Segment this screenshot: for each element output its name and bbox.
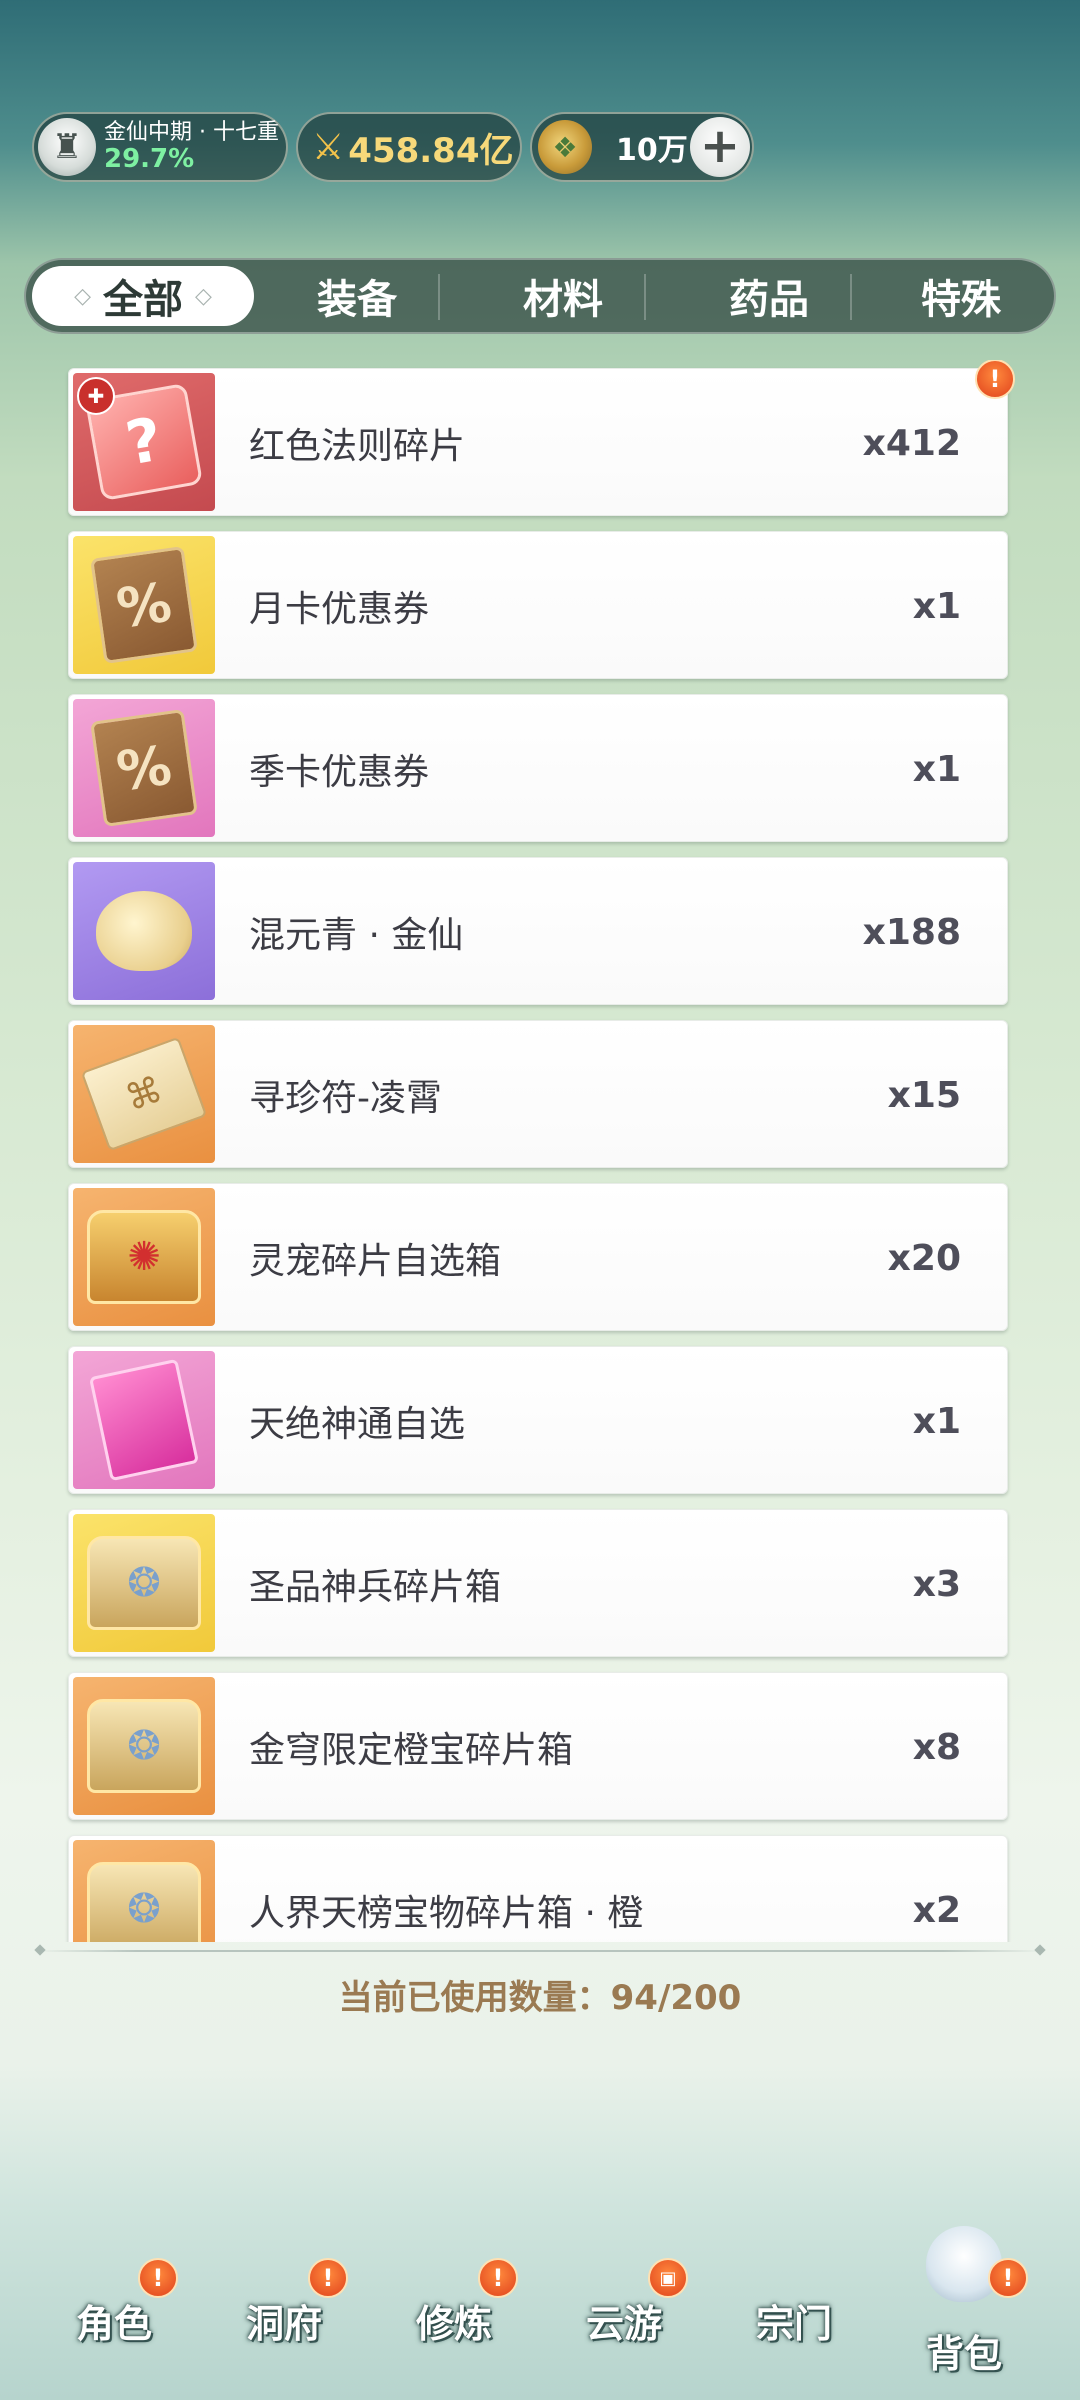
item-quantity: x188 [862,911,961,953]
item-thumbnail: ⌘ [73,1025,215,1163]
tab-divider [644,274,646,320]
list-item[interactable]: ❂ 人界天榜宝物碎片箱 · 橙 x2 [68,1835,1008,1942]
nav-cave-dwelling[interactable]: 洞府 ! [204,2258,364,2380]
talisman-icon: ⌘ [80,1036,208,1152]
tab-divider [850,274,852,320]
tab-all[interactable]: ◇ 全部 ◇ [32,266,254,326]
item-name: 人界天榜宝物碎片箱 · 橙 [249,1893,644,1934]
item-quantity: x8 [912,1726,961,1768]
item-quantity: x1 [912,748,961,790]
item-name: 寻珍符-凌霄 [249,1078,442,1119]
category-tabs: ◇ 全部 ◇ 装备 材料 药品 特殊 [24,258,1056,334]
tab-divider [438,274,440,320]
list-item[interactable]: ⌘ 寻珍符-凌霄 x15 [68,1020,1008,1168]
item-quantity: x412 [862,422,961,464]
realm-progress: 29.7% [104,143,195,174]
treasure-chest-icon: ❂ [87,1699,201,1793]
treasure-chest-icon: ✺ [87,1210,201,1304]
item-name: 月卡优惠券 [249,589,430,630]
inventory-usage: 当前已使用数量：94/200 [338,1978,742,2018]
currency-status: ❖ 10万 + [530,112,754,182]
combat-power: ⚔ 458.84亿 [296,112,522,182]
item-name: 红色法则碎片 [249,426,466,467]
treasure-chest-icon: ❂ [87,1862,201,1942]
avatar: ♜ [38,118,96,176]
list-item[interactable]: ❂ 金穹限定橙宝碎片箱 x8 [68,1672,1008,1820]
item-list[interactable]: ? ✚ 红色法则碎片 x412 ! % 月卡优惠券 x1 % 季卡优惠券 x1 … [0,360,1080,1942]
tab-special[interactable]: 特殊 [872,260,1050,332]
coupon-icon: % [90,708,198,828]
diamond-icon: ◇ [195,283,212,309]
item-name: 圣品神兵碎片箱 [249,1567,502,1608]
nav-label: 角色 [75,2301,152,2346]
nav-character[interactable]: 角色 ! [34,2258,194,2380]
alert-badge: ! [478,2258,518,2298]
nav-travel[interactable]: 云游 ▣ [544,2258,704,2380]
chest-badge-icon: ▣ [648,2258,688,2298]
item-quantity: x1 [912,1400,961,1442]
alert-badge: ! [138,2258,178,2298]
puzzle-tag-icon: ✚ [77,377,115,415]
list-item[interactable]: 天绝神通自选 x1 [68,1346,1008,1494]
spirit-stone-icon: ❖ [538,120,592,174]
item-quantity: x3 [912,1563,961,1605]
alert-badge: ! [988,2258,1028,2298]
item-name: 季卡优惠券 [249,752,430,793]
nav-backpack[interactable]: 背包 ! [884,2226,1044,2380]
treasure-chest-icon: ❂ [87,1536,201,1630]
nav-label: 云游 [585,2301,662,2346]
item-name: 灵宠碎片自选箱 [249,1241,502,1282]
diamond-icon: ◇ [74,283,91,309]
tab-materials[interactable]: 材料 [460,260,666,332]
nav-label: 背包 [925,2331,1002,2376]
list-item[interactable]: ✺ 灵宠碎片自选箱 x20 [68,1183,1008,1331]
herb-icon [96,891,192,971]
item-quantity: x20 [887,1237,961,1279]
bottom-nav: 角色 ! 洞府 ! 修炼 ! 云游 ▣ 宗门 背包 ! [0,2200,1080,2400]
crossed-swords-icon: ⚔ [312,126,345,168]
list-item[interactable]: % 月卡优惠券 x1 [68,531,1008,679]
item-thumbnail: % [73,699,215,837]
item-name: 混元青 · 金仙 [249,915,464,956]
item-thumbnail [73,1351,215,1489]
nav-label: 修炼 [415,2301,492,2346]
list-divider [36,1950,1044,1952]
alert-badge: ! [308,2258,348,2298]
realm-status[interactable]: ♜ 金仙中期 · 十七重 29.7% [32,112,288,182]
realm-name: 金仙中期 · 十七重 [104,119,279,145]
item-name: 金穹限定橙宝碎片箱 [249,1730,574,1771]
book-icon [88,1358,200,1482]
item-thumbnail: ❂ [73,1514,215,1652]
nav-cultivation[interactable]: 修炼 ! [374,2258,534,2380]
list-item[interactable]: ? ✚ 红色法则碎片 x412 ! [68,360,1015,516]
item-quantity: x1 [912,585,961,627]
tab-medicine[interactable]: 药品 [666,260,872,332]
item-name: 天绝神通自选 [249,1404,466,1445]
item-quantity: x2 [912,1889,961,1931]
item-thumbnail: ✺ [73,1188,215,1326]
item-quantity: x15 [887,1074,961,1116]
tab-equipment[interactable]: 装备 [254,260,460,332]
nav-label: 宗门 [755,2301,832,2346]
add-currency-button[interactable]: + [690,117,750,177]
item-thumbnail [73,862,215,1000]
combat-power-value: 458.84亿 [348,130,514,171]
currency-value: 10万 [616,133,688,168]
item-thumbnail: ? ✚ [73,373,215,511]
list-item[interactable]: 混元青 · 金仙 x188 [68,857,1008,1005]
list-item[interactable]: ❂ 圣品神兵碎片箱 x3 [68,1509,1008,1657]
coupon-icon: % [90,545,198,665]
item-thumbnail: ❂ [73,1840,215,1942]
list-item[interactable]: % 季卡优惠券 x1 [68,694,1008,842]
backpack-icon [926,2226,1002,2302]
nav-sect[interactable]: 宗门 [714,2260,874,2380]
nav-label: 洞府 [245,2301,322,2346]
item-thumbnail: % [73,536,215,674]
item-thumbnail: ❂ [73,1677,215,1815]
alert-badge: ! [975,360,1015,399]
